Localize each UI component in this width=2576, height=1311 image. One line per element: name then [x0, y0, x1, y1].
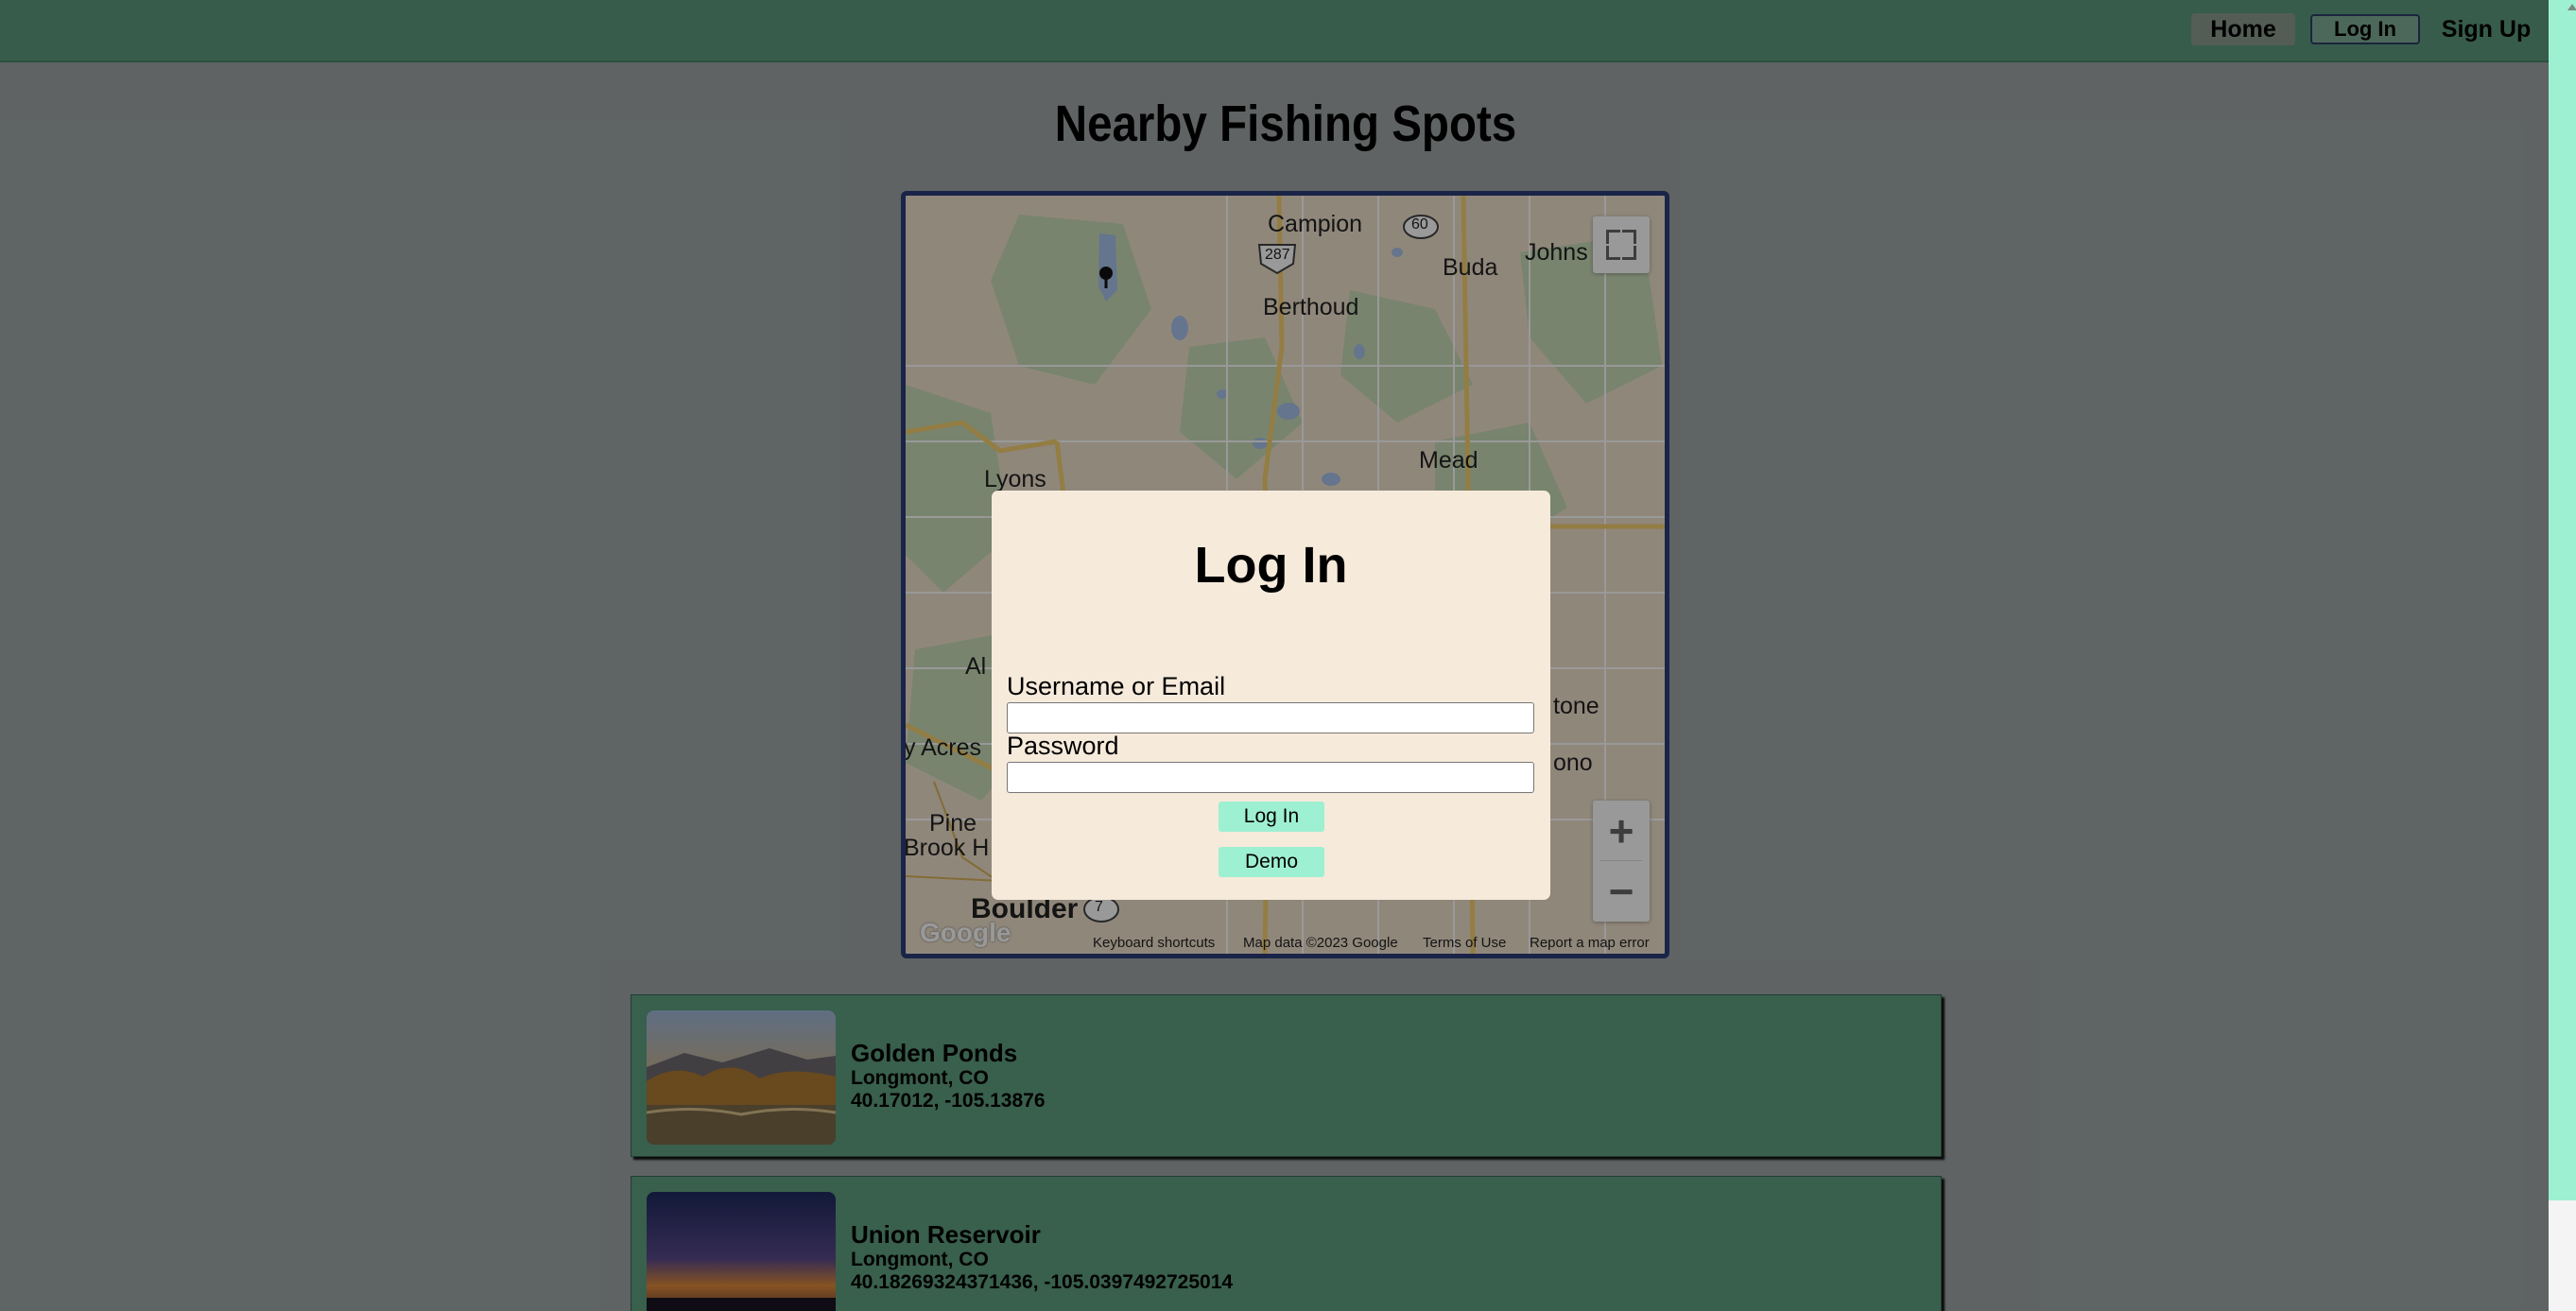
login-submit-button[interactable]: Log In: [1219, 802, 1324, 832]
username-label: Username or Email: [1007, 672, 1226, 700]
username-input[interactable]: [1007, 702, 1534, 733]
modal-title: Log In: [1194, 537, 1348, 594]
scrollbar[interactable]: [2549, 0, 2576, 1311]
page: Home Log In Sign Up Nearby Fishing Spots: [0, 0, 2549, 1311]
password-label: Password: [1007, 732, 1119, 760]
login-modal: Log In Username or Email Password Log In…: [992, 491, 1550, 900]
demo-button[interactable]: Demo: [1219, 847, 1324, 877]
password-input[interactable]: [1007, 762, 1534, 793]
scrollbar-thumb[interactable]: [2549, 0, 2576, 1200]
